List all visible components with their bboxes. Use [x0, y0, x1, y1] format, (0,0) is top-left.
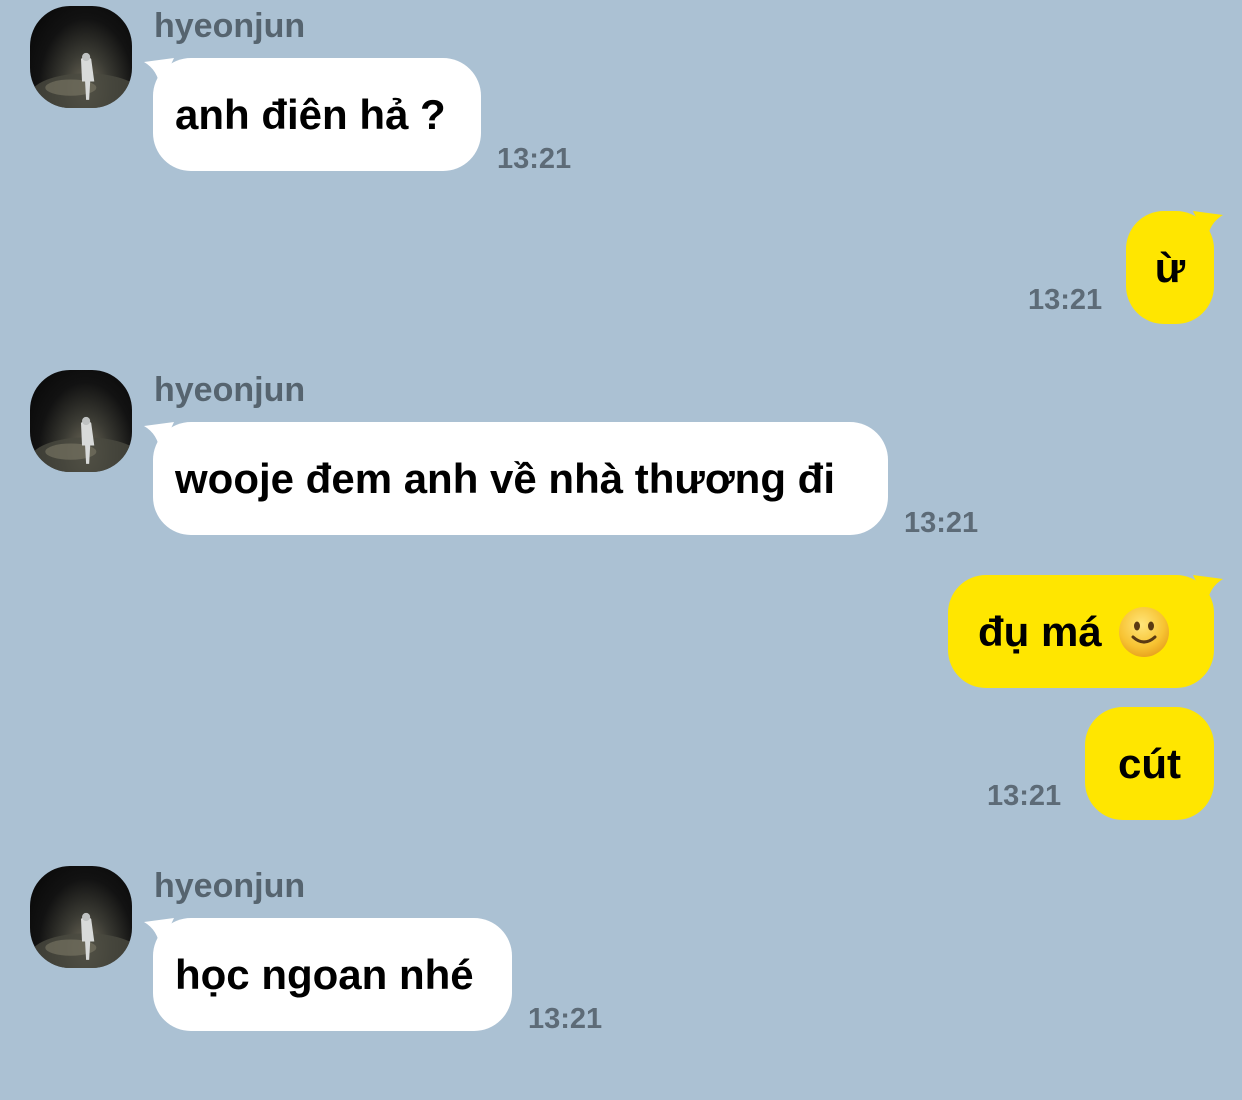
bubble-tail [144, 58, 174, 88]
message-timestamp: 13:21 [528, 1003, 603, 1035]
message-bubble-outgoing[interactable]: đụ má [948, 575, 1223, 688]
message-text: ừ [1154, 243, 1186, 291]
avatar[interactable] [30, 866, 132, 968]
avatar-photo [30, 912, 132, 968]
message-text: wooje đem anh về nhà thương đi [175, 454, 835, 502]
message-bubble-incoming[interactable]: anh điên hả ? [144, 58, 481, 171]
avatar[interactable] [30, 370, 132, 472]
message-timestamp: 13:21 [1028, 284, 1103, 316]
sender-name: hyeonjun [154, 867, 306, 905]
sender-name: hyeonjun [154, 7, 306, 45]
message-timestamp: 13:21 [987, 780, 1062, 812]
message-text: anh điên hả ? [175, 90, 446, 138]
message-text: đụ má [978, 607, 1102, 655]
bubble-tail [1193, 575, 1223, 605]
sender-name: hyeonjun [154, 371, 306, 409]
message-timestamp: 13:21 [904, 507, 979, 539]
bubble-tail [144, 422, 174, 452]
bubble-tail [144, 918, 174, 948]
message-bubble-incoming[interactable]: wooje đem anh về nhà thương đi [144, 422, 888, 535]
message-bubble-outgoing[interactable]: cút [1085, 707, 1214, 820]
message-bubble-outgoing[interactable]: ừ [1126, 211, 1223, 324]
message-text: cút [1118, 739, 1181, 787]
bubble-tail [1193, 211, 1223, 241]
message-timestamp: 13:21 [497, 143, 572, 175]
message-text: học ngoan nhé [175, 950, 474, 998]
avatar-photo [30, 52, 132, 108]
slightly-smiling-face-icon [1118, 606, 1170, 658]
avatar-photo [30, 416, 132, 472]
avatar[interactable] [30, 6, 132, 108]
message-bubble-incoming[interactable]: học ngoan nhé [144, 918, 512, 1031]
